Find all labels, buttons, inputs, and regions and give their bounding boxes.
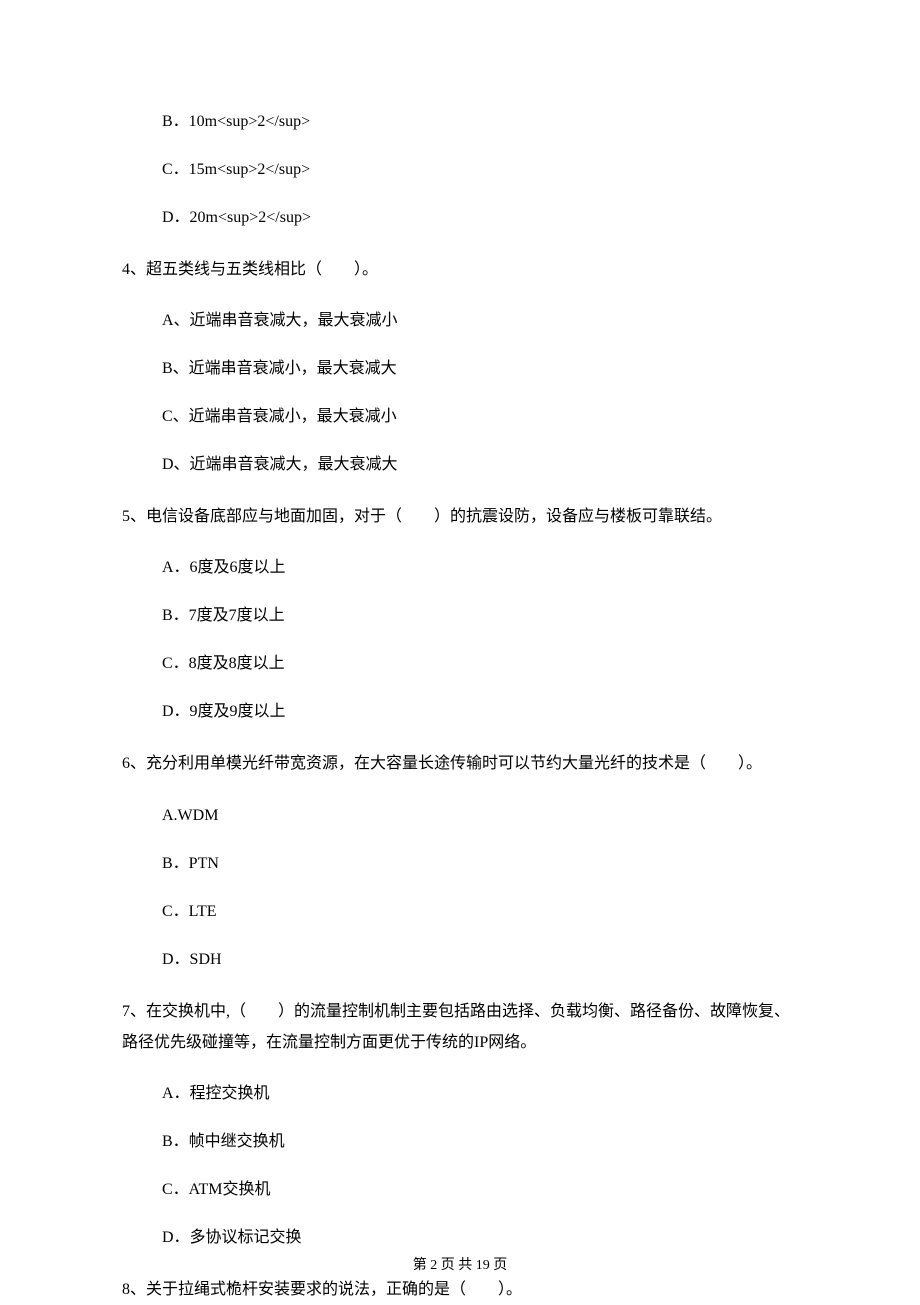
q6-option-c: C．LTE xyxy=(162,900,800,924)
q6-option-a: A.WDM xyxy=(162,804,800,828)
q7-option-b: B．帧中继交换机 xyxy=(162,1130,800,1154)
option-d-prev: D．20m<sup>2</sup> xyxy=(162,206,800,230)
question-7: 7、在交换机中,（ ）的流量控制机制主要包括路由选择、负载均衡、路径备份、故障恢… xyxy=(122,996,800,1058)
q5-option-c: C．8度及8度以上 xyxy=(162,652,800,676)
question-6: 6、充分利用单模光纤带宽资源，在大容量长途传输时可以节约大量光纤的技术是（ ）。 xyxy=(122,748,800,779)
q7-option-d: D．多协议标记交换 xyxy=(162,1226,800,1250)
q5-option-a: A．6度及6度以上 xyxy=(162,556,800,580)
question-8: 8、关于拉绳式桅杆安装要求的说法，正确的是（ ）。 xyxy=(122,1274,800,1305)
q4-option-b: B、近端串音衰减小，最大衰减大 xyxy=(162,357,800,381)
q6-option-d: D．SDH xyxy=(162,948,800,972)
page-footer: 第 2 页 共 19 页 xyxy=(0,1254,920,1274)
q4-option-d: D、近端串音衰减大，最大衰减大 xyxy=(162,453,800,477)
q7-option-c: C．ATM交换机 xyxy=(162,1178,800,1202)
q7-option-a: A．程控交换机 xyxy=(162,1082,800,1106)
page-content: B．10m<sup>2</sup> C．15m<sup>2</sup> D．20… xyxy=(0,0,920,1305)
question-4: 4、超五类线与五类线相比（ ）。 xyxy=(122,254,800,285)
option-b-prev: B．10m<sup>2</sup> xyxy=(162,110,800,134)
q5-option-d: D．9度及9度以上 xyxy=(162,700,800,724)
q5-option-b: B．7度及7度以上 xyxy=(162,604,800,628)
option-c-prev: C．15m<sup>2</sup> xyxy=(162,158,800,182)
q6-option-b: B．PTN xyxy=(162,852,800,876)
question-5: 5、电信设备底部应与地面加固，对于（ ）的抗震设防，设备应与楼板可靠联结。 xyxy=(122,501,800,532)
q4-option-a: A、近端串音衰减大，最大衰减小 xyxy=(162,309,800,333)
q4-option-c: C、近端串音衰减小，最大衰减小 xyxy=(162,405,800,429)
